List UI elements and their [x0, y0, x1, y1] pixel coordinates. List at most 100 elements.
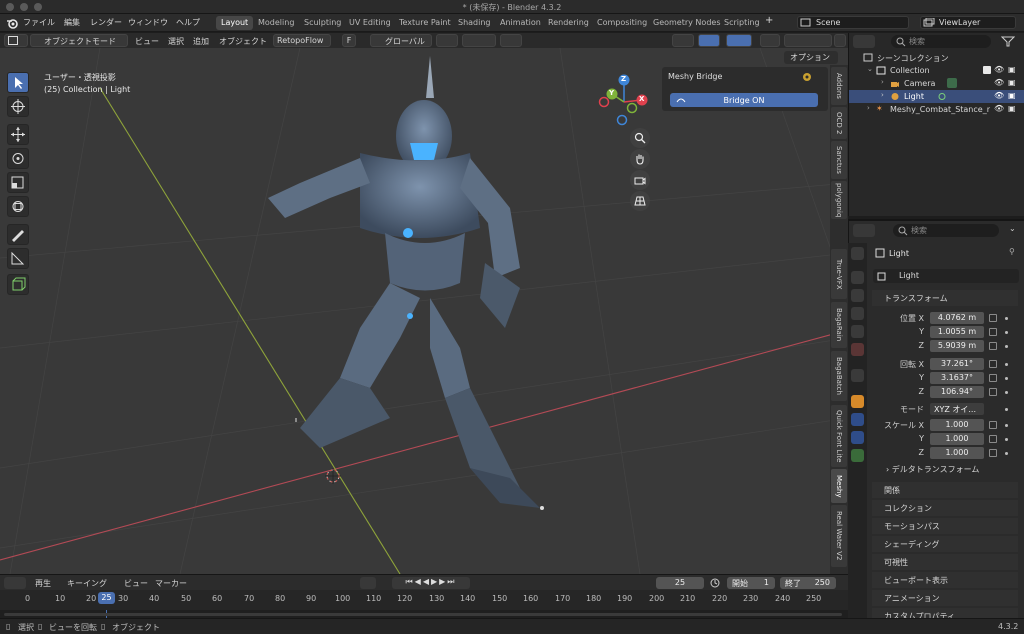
timeline-view-menu[interactable]: ビュー [124, 578, 148, 589]
outliner-editor-type-button[interactable] [853, 35, 875, 48]
location-y-field[interactable]: 1.0055 m [930, 326, 984, 338]
tab-compositing[interactable]: Compositing [592, 16, 652, 30]
start-frame-field[interactable]: 開始 1 [727, 577, 775, 589]
light-data-tab-icon[interactable] [851, 449, 864, 462]
view-layer-tab-icon[interactable] [851, 307, 864, 320]
meshy-bridge-panel-title[interactable]: Meshy Bridge [668, 72, 722, 81]
rotation-mode-dropdown[interactable]: XYZ オイ... [930, 403, 984, 415]
auto-keying-button[interactable] [360, 577, 376, 589]
add-cube-tool[interactable] [7, 274, 29, 295]
lock-icon[interactable] [989, 388, 997, 396]
collection-tab-icon[interactable] [851, 369, 864, 382]
camera-view-button[interactable] [630, 170, 650, 190]
shading-section-header[interactable]: シェーディング [872, 536, 1018, 552]
add-workspace-button[interactable]: + [765, 15, 773, 26]
keyframe-dot-icon[interactable] [1005, 377, 1008, 380]
lock-icon[interactable] [989, 449, 997, 457]
expand-arrow-icon[interactable]: › [881, 78, 884, 86]
tab-shading[interactable]: Shading [453, 16, 496, 30]
tab-sanctus[interactable]: Sanctus [831, 141, 847, 179]
filter-icon[interactable] [1001, 36, 1015, 47]
render-camera-icon[interactable]: ▣ [1008, 78, 1016, 87]
menu-render[interactable]: レンダー [90, 17, 122, 28]
render-camera-icon[interactable]: ▣ [1008, 91, 1016, 100]
rotate-tool[interactable] [7, 148, 29, 169]
outliner-search-input[interactable]: 検索 [891, 35, 991, 48]
properties-editor-type-button[interactable] [853, 224, 875, 237]
menu-view[interactable]: ビュー [135, 36, 159, 47]
timeline-ruler[interactable]: 0 10 20 25 30 40 50 60 70 80 90 100 110 … [0, 590, 848, 610]
outliner-row-meshy-model[interactable]: › ✶ Meshy_Combat_Stance_r 👁 ▣ [849, 103, 1024, 116]
measure-tool[interactable] [7, 248, 29, 269]
tab-animation[interactable]: Animation [495, 16, 546, 30]
menu-object[interactable]: オブジェクト [219, 36, 267, 47]
relations-section-header[interactable]: 関係 [872, 482, 1018, 498]
delta-transform-subpanel[interactable]: › デルタトランスフォーム [886, 464, 979, 475]
expand-arrow-icon[interactable]: › [881, 91, 884, 99]
lock-icon[interactable] [989, 360, 997, 368]
playhead-marker[interactable]: 25 [98, 592, 115, 604]
keyframe-dot-icon[interactable] [1005, 408, 1008, 411]
transform-section-header[interactable]: トランスフォーム [872, 290, 1018, 306]
lock-icon[interactable] [989, 328, 997, 336]
render-camera-icon[interactable]: ▣ [1008, 65, 1016, 74]
keyframe-dot-icon[interactable] [1005, 331, 1008, 334]
clock-icon[interactable] [710, 578, 720, 588]
menu-help[interactable]: ヘルプ [176, 17, 200, 28]
rotation-x-field[interactable]: 37.261° [930, 358, 984, 370]
keyframe-dot-icon[interactable] [1005, 363, 1008, 366]
keying-menu[interactable]: キーイング [67, 578, 107, 589]
lock-icon[interactable] [989, 314, 997, 322]
lock-icon[interactable] [989, 421, 997, 429]
tab-sculpting[interactable]: Sculpting [299, 16, 346, 30]
retopoflow-f-button[interactable]: F [342, 34, 356, 47]
transform-tool[interactable] [7, 196, 29, 217]
scale-y-field[interactable]: 1.000 [930, 433, 984, 445]
custom-properties-section-header[interactable]: カスタムプロパティ [872, 608, 1018, 621]
playback-controls[interactable]: ⏮◀◀▶▶⏭ [392, 577, 470, 589]
snap-button[interactable] [462, 34, 496, 47]
tab-bagabatch[interactable]: BagaBatch [831, 351, 847, 401]
3d-viewport[interactable]: ユーザー・透視投影 (25) Collection | Light Z X Y … [0, 48, 848, 574]
menu-file[interactable]: ファイル [23, 17, 55, 28]
tab-rendering[interactable]: Rendering [543, 16, 594, 30]
menu-window[interactable]: ウィンドウ [128, 17, 168, 28]
camera-data-icon[interactable] [947, 78, 957, 88]
tab-layout[interactable]: Layout [216, 16, 254, 30]
viewport-display-section-header[interactable]: ビューポート表示 [872, 572, 1018, 588]
pivot-point-button[interactable] [436, 34, 458, 47]
outliner-row-light[interactable]: › Light 👁 ▣ [849, 90, 1024, 103]
timeline-track[interactable] [0, 610, 848, 618]
keyframe-dot-icon[interactable] [1005, 424, 1008, 427]
shading-options-button[interactable] [834, 34, 846, 47]
tool-tab-icon[interactable] [851, 247, 864, 260]
zoom-view-button[interactable] [630, 128, 650, 148]
world-tab-icon[interactable] [851, 343, 864, 356]
timeline-editor-type-button[interactable] [4, 577, 26, 589]
visibility-section-header[interactable]: 可視性 [872, 554, 1018, 570]
scene-selector[interactable]: Scene [797, 16, 909, 29]
proportional-editing-button[interactable] [500, 34, 522, 47]
keyframe-dot-icon[interactable] [1005, 438, 1008, 441]
physics-tab-icon[interactable] [851, 413, 864, 426]
bridge-on-button[interactable]: Bridge ON [670, 93, 818, 107]
pan-view-button[interactable] [630, 149, 650, 169]
tab-true-vfx[interactable]: True-VFX [831, 249, 847, 299]
lock-icon[interactable] [989, 374, 997, 382]
exclude-checkbox[interactable] [983, 66, 991, 74]
keyframe-dot-icon[interactable] [1005, 452, 1008, 455]
render-camera-icon[interactable]: ▣ [1008, 104, 1016, 113]
cursor-tool[interactable] [7, 96, 29, 117]
tab-geometry-nodes[interactable]: Geometry Nodes [648, 16, 725, 30]
visibility-button[interactable] [672, 34, 694, 47]
animation-section-header[interactable]: アニメーション [872, 590, 1018, 606]
collections-section-header[interactable]: コレクション [872, 500, 1018, 516]
eye-icon[interactable]: 👁 [994, 91, 1004, 100]
constraints-tab-icon[interactable] [851, 431, 864, 444]
tab-quick-font-lite[interactable]: Quick Font Lite [831, 405, 847, 467]
perspective-toggle-button[interactable] [630, 191, 650, 211]
rotation-y-field[interactable]: 3.1637° [930, 372, 984, 384]
scale-z-field[interactable]: 1.000 [930, 447, 984, 459]
tab-ocd2[interactable]: OCD 2 [831, 107, 847, 139]
playback-menu[interactable]: 再生 [35, 578, 51, 589]
